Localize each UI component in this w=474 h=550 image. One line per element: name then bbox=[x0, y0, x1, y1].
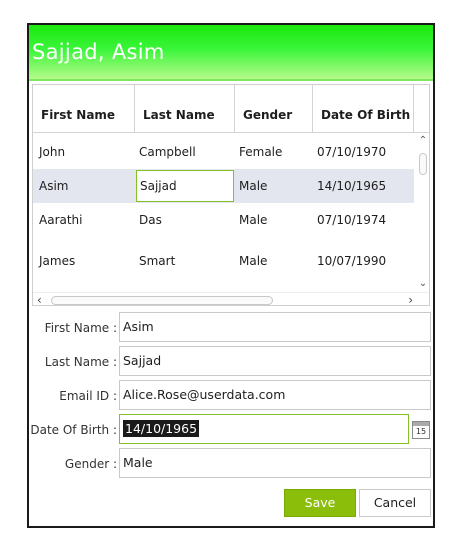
cell-date-of-birth[interactable]: 07/10/1970 bbox=[314, 135, 414, 169]
cell-first-name[interactable]: Aarathi bbox=[36, 203, 134, 237]
vertical-scroll-thumb[interactable] bbox=[419, 153, 427, 175]
cell-last-name[interactable]: Das bbox=[136, 203, 234, 237]
cell-gender[interactable]: Male bbox=[236, 203, 312, 237]
column-header-gender[interactable]: Gender bbox=[235, 85, 313, 133]
calendar-icon[interactable]: 15 bbox=[412, 421, 430, 439]
table-row-selected[interactable]: Asim Sajjad Male 14/10/1965 bbox=[33, 169, 414, 203]
table-row[interactable]: James Smart Male 10/07/1990 bbox=[33, 237, 414, 271]
chevron-right-icon[interactable]: › bbox=[408, 293, 413, 305]
last-name-field[interactable]: Sajjad bbox=[119, 346, 431, 376]
cell-last-name-editing[interactable]: Sajjad bbox=[136, 170, 234, 202]
horizontal-scroll-thumb[interactable] bbox=[51, 296, 273, 305]
cell-last-name[interactable]: Smart bbox=[136, 244, 234, 278]
data-grid: First Name Last Name Gender Date Of Birt… bbox=[32, 84, 430, 306]
cell-last-name[interactable]: Campbell bbox=[136, 135, 234, 169]
cell-first-name[interactable]: Asim bbox=[36, 169, 134, 203]
save-button[interactable]: Save bbox=[284, 489, 356, 517]
email-label: Email ID : bbox=[59, 389, 117, 403]
column-header-first-name[interactable]: First Name bbox=[33, 85, 135, 133]
cell-gender[interactable]: Female bbox=[236, 135, 312, 169]
date-of-birth-field[interactable]: 14/10/1965 bbox=[119, 414, 409, 444]
table-row[interactable]: Aarathi Das Male 07/10/1974 bbox=[33, 203, 414, 237]
horizontal-scrollbar[interactable]: ‹ › bbox=[33, 292, 429, 305]
email-field[interactable]: Alice.Rose@userdata.com bbox=[119, 380, 431, 410]
app-window: Sajjad, Asim First Name Last Name Gender… bbox=[27, 23, 435, 528]
grid-header-row: First Name Last Name Gender Date Of Birt… bbox=[33, 85, 429, 133]
title-bar: Sajjad, Asim bbox=[29, 25, 433, 81]
chevron-left-icon[interactable]: ‹ bbox=[37, 293, 42, 305]
vertical-scrollbar[interactable]: ⌃ ⌄ bbox=[416, 133, 429, 293]
calendar-day-number: 15 bbox=[415, 427, 427, 436]
cell-date-of-birth[interactable]: 10/07/1990 bbox=[314, 244, 414, 278]
date-of-birth-label: Date Of Birth : bbox=[30, 423, 117, 437]
chevron-down-icon[interactable]: ⌄ bbox=[417, 278, 429, 289]
cell-first-name[interactable]: James bbox=[36, 244, 134, 278]
window-title: Sajjad, Asim bbox=[32, 40, 165, 64]
gender-field[interactable]: Male bbox=[119, 448, 431, 478]
cancel-button[interactable]: Cancel bbox=[359, 489, 431, 517]
cell-date-of-birth[interactable]: 14/10/1965 bbox=[314, 169, 414, 203]
column-header-last-name[interactable]: Last Name bbox=[135, 85, 235, 133]
table-row[interactable]: John Campbell Female 07/10/1970 bbox=[33, 135, 414, 169]
column-header-date-of-birth[interactable]: Date Of Birth bbox=[313, 85, 414, 133]
first-name-label: First Name : bbox=[44, 321, 117, 335]
first-name-field[interactable]: Asim bbox=[119, 312, 431, 342]
cell-date-of-birth[interactable]: 07/10/1974 bbox=[314, 203, 414, 237]
last-name-label: Last Name : bbox=[44, 355, 117, 369]
cell-first-name[interactable]: John bbox=[36, 135, 134, 169]
date-of-birth-selected-text: 14/10/1965 bbox=[123, 420, 200, 437]
gender-label: Gender : bbox=[64, 457, 117, 471]
cell-gender[interactable]: Male bbox=[236, 169, 312, 203]
cell-gender[interactable]: Male bbox=[236, 244, 312, 278]
chevron-up-icon[interactable]: ⌃ bbox=[417, 135, 429, 146]
